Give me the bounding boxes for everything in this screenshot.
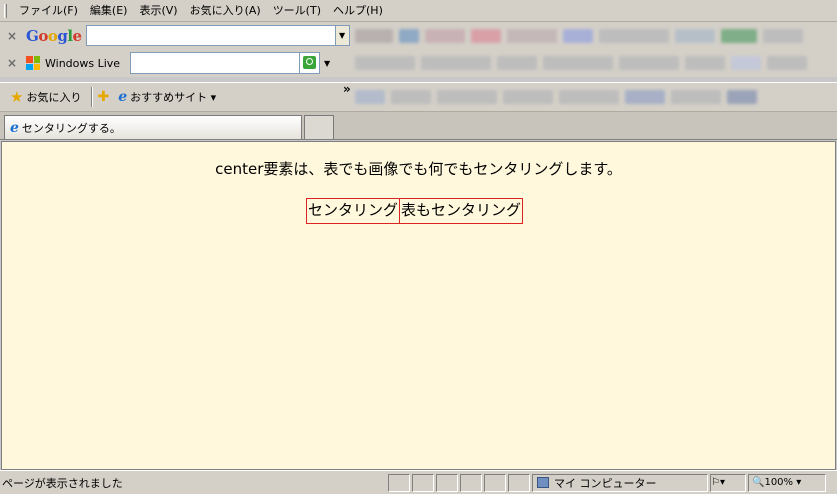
tab-row: e センタリングする。 <box>0 112 837 140</box>
google-search-input[interactable] <box>85 25 336 46</box>
star-icon: ★ <box>10 88 24 106</box>
tab-current[interactable]: e センタリングする。 <box>4 115 302 139</box>
magnifier-icon: 🔍 <box>752 477 765 488</box>
page-content: center要素は、表でも画像でも何でもセンタリングします。 センタリング 表も… <box>1 141 836 470</box>
menu-file[interactable]: ファイル(F) <box>13 1 84 21</box>
table-cell: 表もセンタリング <box>399 199 522 223</box>
google-toolbar: × Google ▼ <box>0 22 837 49</box>
status-bar: ページが表示されました マイ コンピューター ⚐▾ 🔍 100% ▾ <box>0 470 837 494</box>
blurred-toolbar-buttons <box>355 28 837 43</box>
table-cell: センタリング <box>308 201 399 219</box>
centered-table: センタリング 表もセンタリング <box>306 198 524 224</box>
content-paragraph: center要素は、表でも画像でも何でもセンタリングします。 <box>215 160 622 178</box>
security-zone[interactable]: マイ コンピューター <box>532 473 708 492</box>
live-search-input[interactable] <box>130 52 301 74</box>
zoom-level: 100% <box>764 477 794 488</box>
chevron-down-icon[interactable]: ▼ <box>320 59 334 68</box>
favorites-bar: ★ お気に入り ✚ e おすすめサイト ▾ <box>0 82 837 112</box>
menu-help[interactable]: ヘルプ(H) <box>327 1 389 21</box>
status-text: ページが表示されました <box>2 476 123 490</box>
windows-live-toolbar: × Windows Live ▼ <box>0 49 837 77</box>
windows-logo-icon <box>26 56 40 70</box>
chevron-down-icon: ▾ <box>793 477 802 488</box>
menu-favorites[interactable]: お気に入り(A) <box>184 1 267 21</box>
close-icon[interactable]: × <box>4 29 20 43</box>
computer-icon <box>537 477 549 488</box>
menu-view[interactable]: 表示(V) <box>133 1 183 21</box>
status-cell <box>412 473 434 492</box>
zoom-button[interactable]: 🔍 100% ▾ <box>748 473 826 492</box>
toolbar-grip[interactable] <box>4 3 7 18</box>
ie-icon: e <box>10 119 19 136</box>
close-icon[interactable]: × <box>4 56 20 70</box>
separator <box>91 87 94 107</box>
favorites-button[interactable]: ★ お気に入り <box>4 86 87 108</box>
protected-mode-button[interactable]: ⚐▾ <box>710 473 746 492</box>
favorites-label: お気に入り <box>26 91 82 104</box>
status-cell <box>508 473 530 492</box>
suggested-sites-label: おすすめサイト ▾ <box>130 91 217 104</box>
chevron-more-icon[interactable]: » <box>343 82 351 96</box>
status-cell <box>484 473 506 492</box>
blurred-toolbar-buttons <box>355 56 837 70</box>
lock-icon: ⚐▾ <box>711 477 725 488</box>
tab-title: センタリングする。 <box>21 121 121 135</box>
chevron-down-icon[interactable]: ▼ <box>335 25 350 46</box>
ie-icon: e <box>118 89 128 105</box>
menu-bar: ファイル(F) 編集(E) 表示(V) お気に入り(A) ツール(T) ヘルプ(… <box>0 0 837 22</box>
search-icon[interactable] <box>300 52 321 74</box>
menu-edit[interactable]: 編集(E) <box>84 1 134 21</box>
menu-tools[interactable]: ツール(T) <box>267 1 327 21</box>
status-cell <box>388 473 410 492</box>
add-favorite-icon[interactable]: ✚ <box>97 89 109 105</box>
blurred-toolbar-buttons <box>355 90 837 104</box>
windows-live-label: Windows Live <box>45 56 121 70</box>
google-logo: Google <box>26 26 82 45</box>
status-cell <box>436 473 458 492</box>
zone-label: マイ コンピューター <box>554 476 657 490</box>
new-tab-button[interactable] <box>304 115 334 139</box>
suggested-sites-button[interactable]: e おすすめサイト ▾ <box>112 86 222 108</box>
status-cell <box>460 473 482 492</box>
